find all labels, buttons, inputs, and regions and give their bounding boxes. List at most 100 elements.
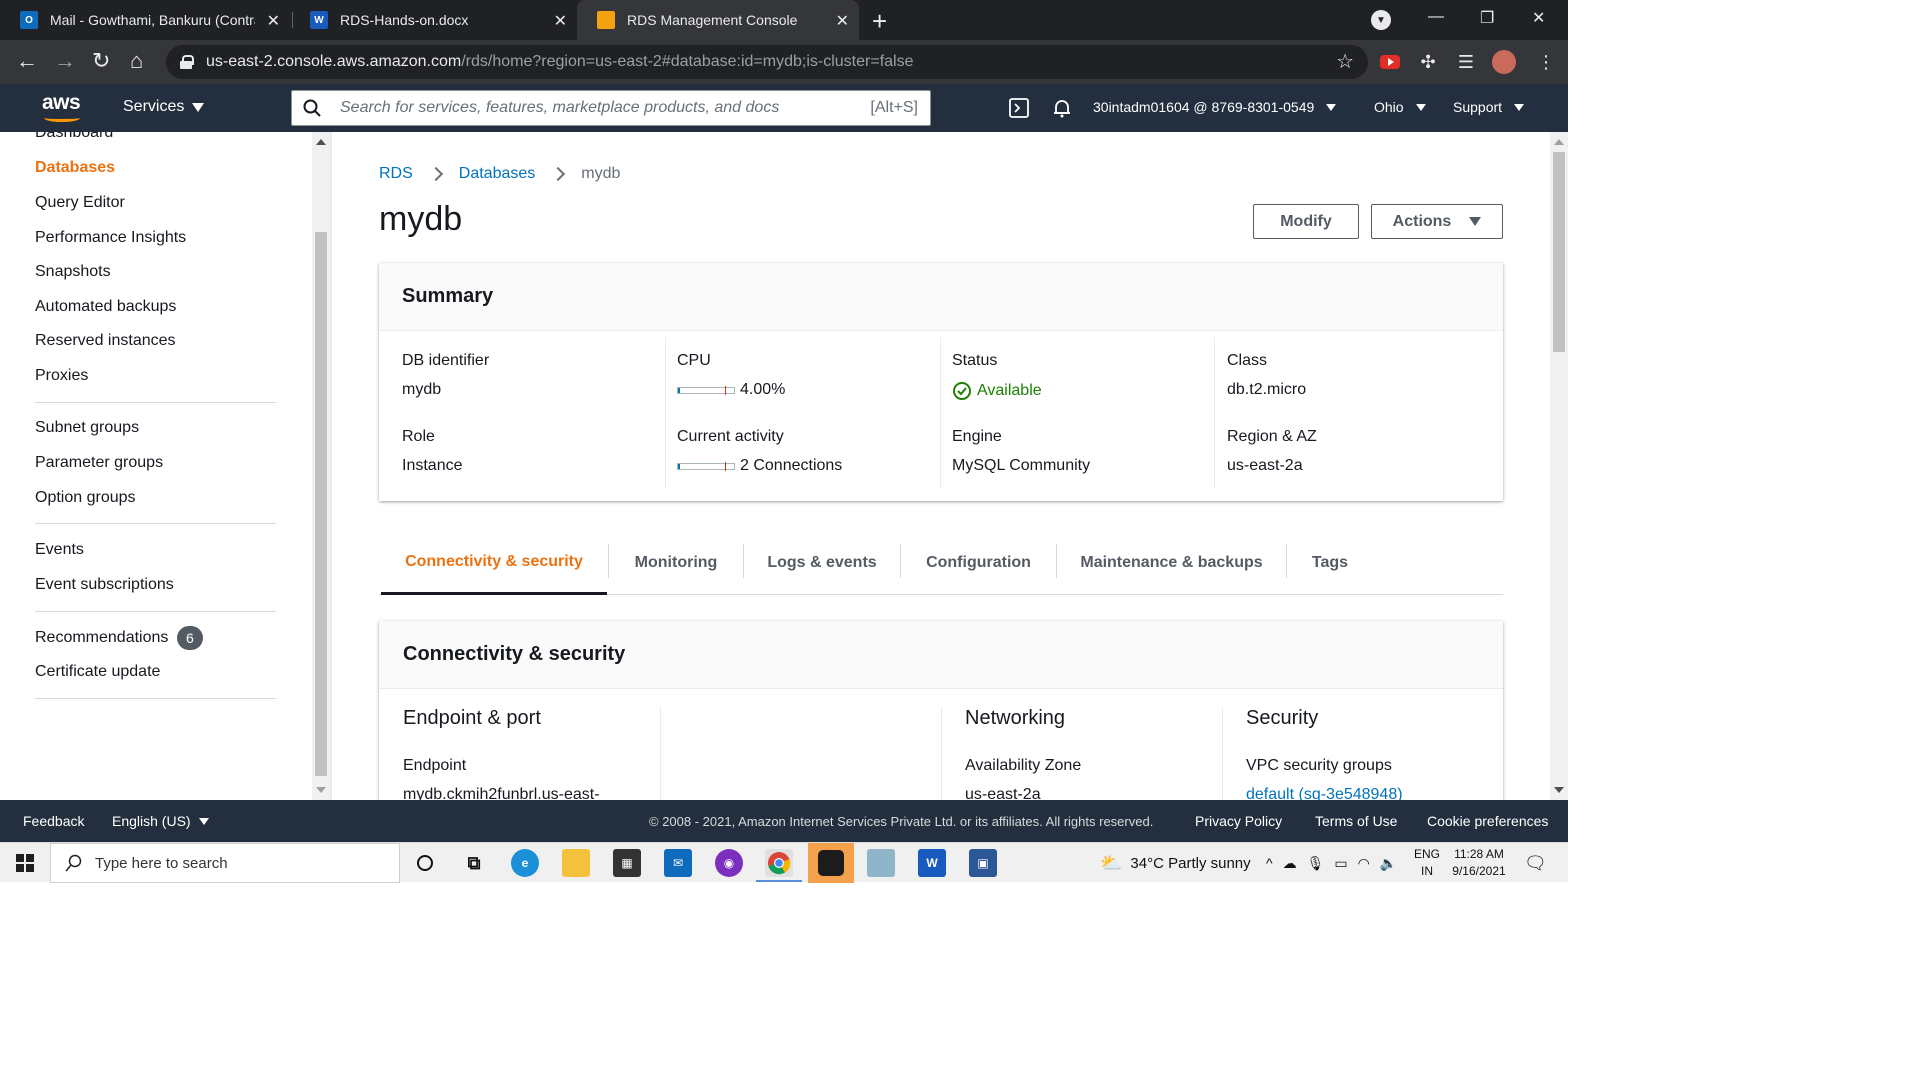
sidebar-item-events[interactable]: Events xyxy=(35,541,84,559)
back-icon[interactable]: ← xyxy=(16,48,38,74)
battery-icon[interactable]: ▭ xyxy=(1334,855,1347,872)
browser-menu-icon[interactable]: ⋮ xyxy=(1534,50,1558,74)
actions-label: Actions xyxy=(1392,212,1452,230)
breadcrumb-rds[interactable]: RDS xyxy=(379,165,413,183)
vpc-security-group-link[interactable]: default (sg-3e548948) xyxy=(1246,786,1403,800)
mail-icon[interactable]: ✉ xyxy=(664,849,692,877)
address-bar[interactable]: us-east-2.console.aws.amazon.com/rds/hom… xyxy=(166,45,1368,79)
volume-icon[interactable]: 🔈 xyxy=(1380,855,1397,872)
forward-icon[interactable]: → xyxy=(54,48,76,74)
home-icon[interactable]: ⌂ xyxy=(130,48,143,74)
sidebar-item-reserved-instances[interactable]: Reserved instances xyxy=(35,332,176,350)
webex-icon[interactable] xyxy=(808,843,854,883)
wifi-icon[interactable]: ◠ xyxy=(1358,855,1370,872)
profile-avatar[interactable] xyxy=(1492,50,1516,74)
onedrive-cloud-icon[interactable]: ☁ xyxy=(1283,855,1297,872)
sidebar-item-databases[interactable]: Databases xyxy=(35,159,115,177)
sidebar-scrollbar[interactable] xyxy=(312,132,330,800)
notepad-icon[interactable] xyxy=(867,849,895,877)
file-explorer-icon[interactable] xyxy=(562,849,590,877)
store-icon[interactable]: ▦ xyxy=(613,849,641,877)
microphone-icon[interactable]: 🎙 xyxy=(1307,855,1325,872)
sidebar-item-parameter-groups[interactable]: Parameter groups xyxy=(35,454,163,472)
system-clock[interactable]: 11:28 AM 9/16/2021 xyxy=(1448,846,1510,880)
tab-monitoring[interactable]: Monitoring xyxy=(609,532,743,594)
notification-center-icon[interactable]: 🗨 xyxy=(1524,843,1547,883)
media-control-icon[interactable]: ☰ xyxy=(1454,50,1478,74)
breadcrumb-databases[interactable]: Databases xyxy=(459,165,536,183)
browser-tab-rds[interactable]: RDS Management Console ✕ xyxy=(577,0,859,40)
connections-value[interactable]: 2 Connections xyxy=(740,457,842,475)
sidebar-item-snapshots[interactable]: Snapshots xyxy=(35,263,111,281)
tab-configuration[interactable]: Configuration xyxy=(901,532,1056,594)
cloudshell-icon[interactable] xyxy=(1008,97,1030,119)
task-view-icon[interactable]: ⧉ xyxy=(460,849,488,877)
privacy-policy-link[interactable]: Privacy Policy xyxy=(1195,813,1282,829)
close-tab-icon[interactable]: ✕ xyxy=(836,11,849,31)
remote-desktop-icon[interactable]: ▣ xyxy=(969,849,997,877)
cortana-icon[interactable] xyxy=(411,849,439,877)
sidebar-item-option-groups[interactable]: Option groups xyxy=(35,489,136,507)
actions-button[interactable]: Actions xyxy=(1371,204,1503,239)
sidebar-item-performance-insights[interactable]: Performance Insights xyxy=(35,229,186,247)
scroll-down-arrow-icon[interactable] xyxy=(1554,787,1564,793)
browser-tab-word[interactable]: W RDS-Hands-on.docx ✕ xyxy=(290,0,577,40)
search-input[interactable] xyxy=(332,91,871,125)
feedback-link[interactable]: Feedback xyxy=(23,813,84,829)
clock-time: 11:28 AM xyxy=(1454,847,1504,861)
bookmark-star-icon[interactable]: ☆ xyxy=(1336,49,1354,74)
tab-connectivity-security[interactable]: Connectivity & security xyxy=(381,532,607,595)
region-menu[interactable]: Ohio xyxy=(1374,99,1426,115)
extensions-puzzle-icon[interactable]: ✣ xyxy=(1416,50,1440,74)
scroll-up-arrow-icon[interactable] xyxy=(316,139,326,145)
tab-maintenance-backups[interactable]: Maintenance & backups xyxy=(1057,532,1286,594)
word-icon[interactable]: W xyxy=(918,849,946,877)
tab-tags[interactable]: Tags xyxy=(1287,532,1373,594)
language-region: IN xyxy=(1421,864,1433,878)
tab-search-icon[interactable]: ▼ xyxy=(1371,10,1391,30)
sidebar-item-automated-backups[interactable]: Automated backups xyxy=(35,298,176,316)
edge-icon[interactable]: e xyxy=(511,849,539,877)
close-window-icon[interactable]: ✕ xyxy=(1532,8,1545,28)
new-tab-icon[interactable]: + xyxy=(872,6,887,37)
main-scrollbar[interactable] xyxy=(1550,132,1568,800)
scrollbar-thumb[interactable] xyxy=(315,232,327,776)
sidebar-item-recommendations[interactable]: Recommendations 6 xyxy=(35,626,203,650)
support-menu[interactable]: Support xyxy=(1453,99,1525,115)
global-search[interactable]: [Alt+S] xyxy=(291,90,931,126)
scroll-down-arrow-icon[interactable] xyxy=(316,787,326,793)
sidebar-item-query-editor[interactable]: Query Editor xyxy=(35,194,125,212)
db-identifier-value: mydb xyxy=(402,381,442,398)
restore-icon[interactable]: ❐ xyxy=(1480,8,1494,28)
taskbar-search[interactable]: Type here to search xyxy=(50,843,400,883)
show-hidden-icons-icon[interactable]: ^ xyxy=(1266,855,1273,871)
sidebar-item-event-subscriptions[interactable]: Event subscriptions xyxy=(35,576,174,594)
cookie-preferences-link[interactable]: Cookie preferences xyxy=(1427,813,1548,829)
sidebar-item-certificate-update[interactable]: Certificate update xyxy=(35,663,160,681)
minimize-icon[interactable]: — xyxy=(1428,8,1444,26)
weather-widget[interactable]: ⛅ 34°C Partly sunny xyxy=(1100,843,1251,883)
tab-logs-events[interactable]: Logs & events xyxy=(744,532,900,594)
endpoint-port-title: Endpoint & port xyxy=(403,707,541,729)
sidebar-item-subnet-groups[interactable]: Subnet groups xyxy=(35,419,139,437)
aws-logo[interactable]: aws xyxy=(42,92,82,124)
terms-of-use-link[interactable]: Terms of Use xyxy=(1315,813,1397,829)
extension-red-icon[interactable] xyxy=(1378,50,1402,74)
github-icon[interactable]: ◉ xyxy=(715,849,743,877)
windows-start-icon[interactable] xyxy=(16,854,34,872)
input-language[interactable]: ENG IN xyxy=(1413,846,1441,880)
close-tab-icon[interactable]: ✕ xyxy=(554,11,567,31)
account-menu[interactable]: 30intadm01604 @ 8769-8301-0549 xyxy=(1093,99,1337,115)
reload-icon[interactable]: ↻ xyxy=(92,48,110,74)
modify-button[interactable]: Modify xyxy=(1253,204,1359,239)
notifications-bell-icon[interactable] xyxy=(1051,97,1073,119)
sidebar-item-proxies[interactable]: Proxies xyxy=(35,367,88,385)
sidebar-item-dashboard[interactable]: Dashboard xyxy=(35,132,113,142)
browser-tab-mail[interactable]: O Mail - Gowthami, Bankuru (Contra ✕ xyxy=(0,0,290,40)
chrome-icon[interactable] xyxy=(765,849,793,877)
services-menu[interactable]: Services xyxy=(123,98,205,116)
scrollbar-thumb[interactable] xyxy=(1553,152,1565,352)
language-selector[interactable]: English (US) xyxy=(112,813,209,829)
close-tab-icon[interactable]: ✕ xyxy=(267,11,280,31)
scroll-up-arrow-icon[interactable] xyxy=(1554,139,1564,145)
